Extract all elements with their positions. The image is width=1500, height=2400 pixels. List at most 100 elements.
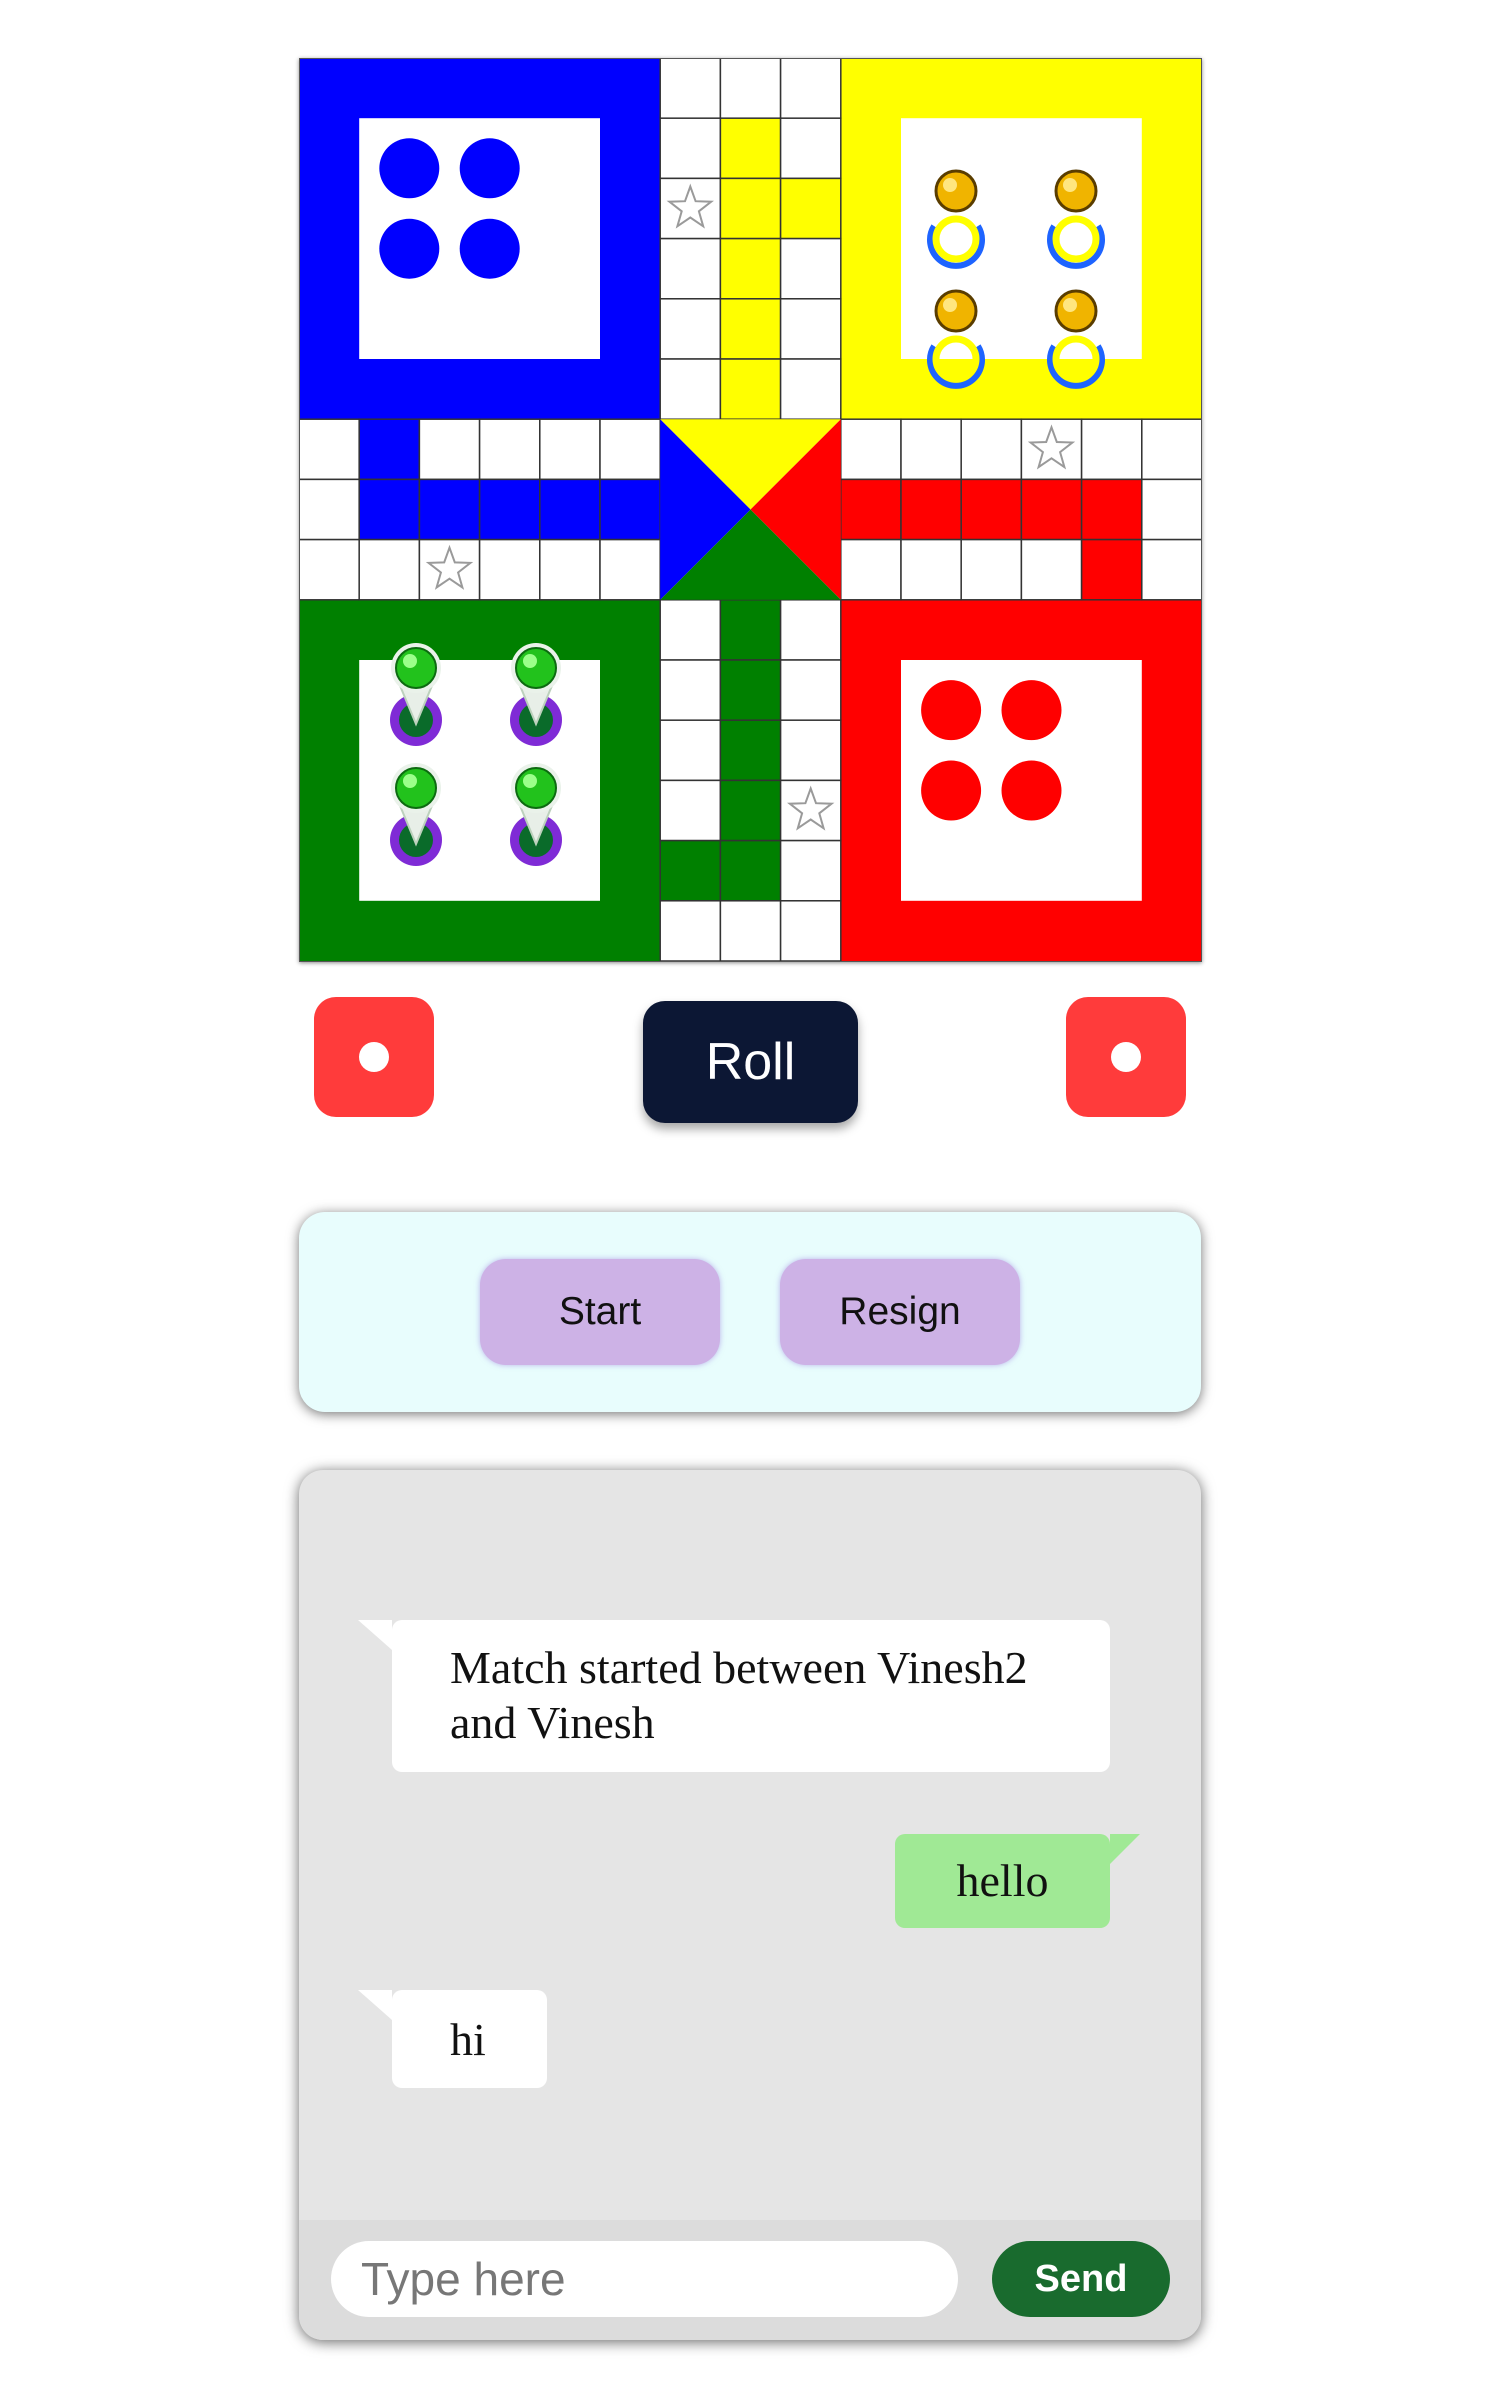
control-panel: Start Resign <box>299 1212 1201 1412</box>
track-cell <box>900 538 962 601</box>
track-cell <box>1080 478 1143 541</box>
green-token-shine <box>523 654 537 668</box>
track-cell <box>960 478 1023 541</box>
yellow-token-shine <box>943 298 957 312</box>
red-home-spot <box>921 680 982 741</box>
right-dice[interactable] <box>1066 997 1186 1117</box>
chat-input[interactable] <box>331 2241 958 2317</box>
yellow-token-shine <box>1063 178 1077 192</box>
track-cell <box>1080 538 1143 601</box>
track-cell <box>719 839 782 902</box>
red-home-spot <box>1001 680 1062 741</box>
track-cell <box>478 538 541 601</box>
chat-message-incoming: Match started between Vinesh2 and Vinesh <box>358 1620 1110 1772</box>
track-cell <box>539 538 601 601</box>
dice-pip <box>1111 1042 1141 1072</box>
track-cell <box>719 117 782 180</box>
send-button[interactable]: Send <box>992 2241 1170 2317</box>
track-cell <box>599 478 661 541</box>
track-cell <box>659 117 722 180</box>
yellow-token <box>1054 169 1098 213</box>
left-dice[interactable] <box>314 997 434 1117</box>
yellow-token-shine <box>1063 298 1077 312</box>
track-cell <box>539 418 601 481</box>
track-cell <box>299 538 360 601</box>
red-home-spot <box>921 760 982 821</box>
green-token <box>515 767 557 809</box>
track-cell <box>358 418 421 481</box>
track-cell <box>719 719 782 782</box>
track-cell <box>719 599 782 661</box>
track-cell <box>1020 478 1083 541</box>
green-token-shine <box>523 774 537 788</box>
green-token-shine <box>403 774 417 788</box>
track-cell <box>358 538 421 601</box>
track-cell <box>719 58 782 119</box>
track-cell <box>599 538 661 601</box>
track-cell <box>960 418 1023 481</box>
track-cell <box>659 839 722 902</box>
track-cell <box>779 117 842 180</box>
ludo-board[interactable] <box>299 58 1202 962</box>
track-cell <box>840 478 902 541</box>
track-cell <box>659 719 722 782</box>
track-cell <box>719 900 782 962</box>
yellow-token-shine <box>943 178 957 192</box>
track-cell <box>900 478 962 541</box>
track-cell <box>599 418 661 481</box>
track-cell <box>1080 418 1143 481</box>
track-cell <box>960 538 1023 601</box>
track-cell <box>659 900 722 962</box>
track-cell <box>779 358 842 420</box>
green-token <box>395 767 437 809</box>
roll-button[interactable]: Roll <box>643 1001 858 1123</box>
green-token <box>515 647 557 689</box>
ludo-board-svg <box>299 58 1202 962</box>
track-cell <box>719 358 782 420</box>
track-cell <box>719 177 782 240</box>
start-button[interactable]: Start <box>480 1259 720 1365</box>
track-cell <box>1141 538 1202 601</box>
track-cell <box>659 237 722 300</box>
track-cell <box>779 599 842 661</box>
track-cell <box>779 58 842 119</box>
track-cell <box>719 659 782 721</box>
yellow-token <box>934 169 978 213</box>
track-cell <box>659 599 722 661</box>
track-cell <box>659 58 722 119</box>
track-cell <box>779 298 842 360</box>
track-cell <box>719 237 782 300</box>
blue-home-spot <box>379 218 440 279</box>
track-cell <box>659 659 722 721</box>
track-cell <box>719 779 782 842</box>
track-cell <box>478 418 541 481</box>
chat-panel: Match started between Vinesh2 and Vinesh… <box>299 1470 1201 2340</box>
track-cell <box>779 839 842 902</box>
track-cell <box>659 298 722 360</box>
track-cell <box>478 478 541 541</box>
track-cell <box>779 900 842 962</box>
resign-button[interactable]: Resign <box>780 1259 1020 1365</box>
track-cell <box>1141 478 1202 541</box>
chat-footer: Send <box>299 2220 1201 2340</box>
green-token <box>395 647 437 689</box>
blue-home-spot <box>459 138 520 199</box>
chat-message-incoming: hi <box>358 1990 547 2088</box>
track-cell <box>1020 538 1083 601</box>
blue-home-spot <box>459 218 520 279</box>
track-cell <box>418 478 481 541</box>
green-token-shine <box>403 654 417 668</box>
track-cell <box>719 298 782 360</box>
track-cell <box>659 779 722 842</box>
dice-pip <box>359 1042 389 1072</box>
track-cell <box>299 418 360 481</box>
track-cell <box>900 418 962 481</box>
track-cell <box>779 659 842 721</box>
track-cell <box>779 177 842 240</box>
track-cell <box>358 478 421 541</box>
track-cell <box>418 418 481 481</box>
yellow-token <box>1054 289 1098 333</box>
blue-home-spot <box>379 138 440 199</box>
yellow-token <box>934 289 978 333</box>
track-cell <box>779 719 842 782</box>
